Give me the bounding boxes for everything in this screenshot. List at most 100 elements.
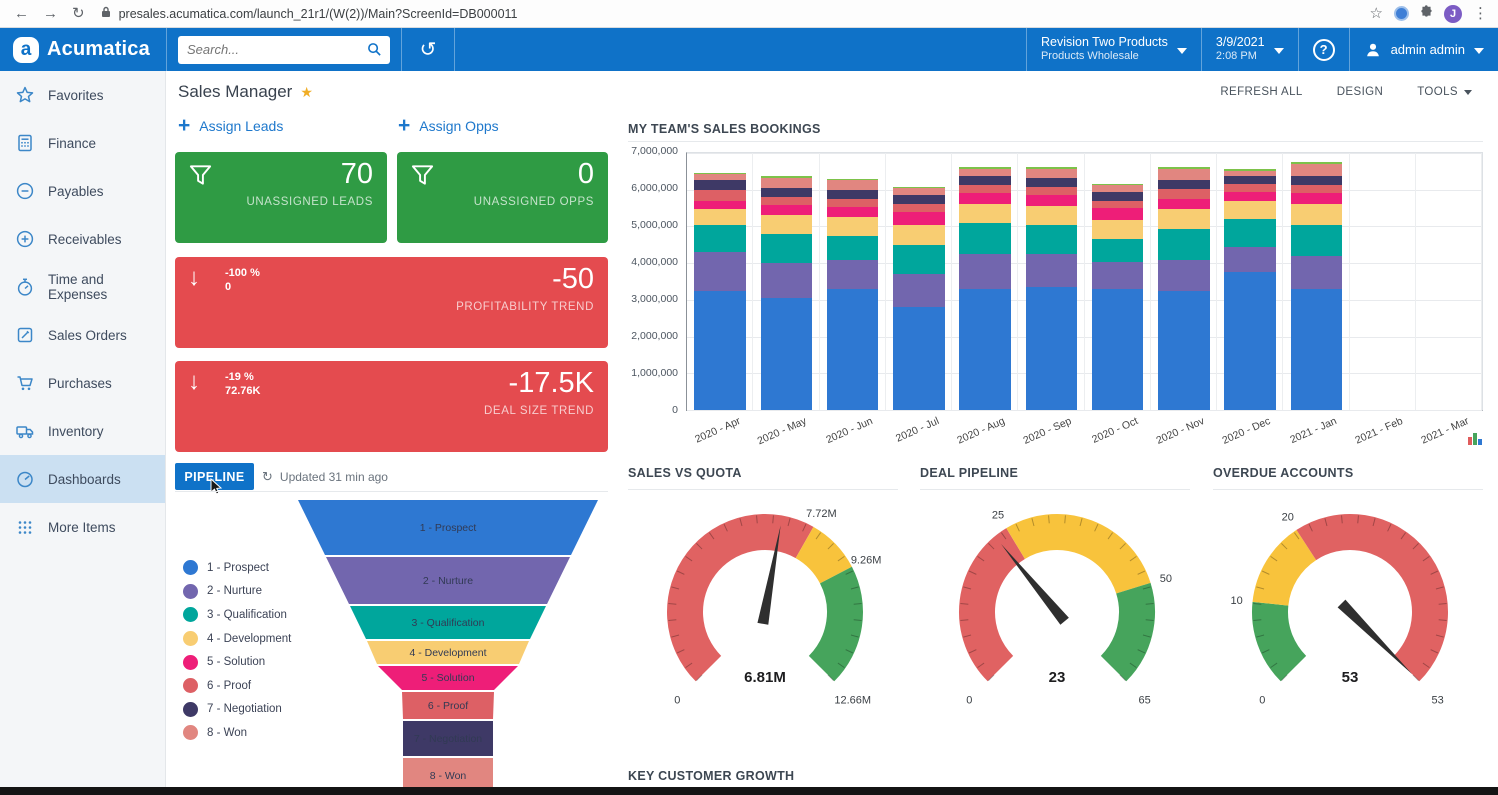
- sidebar-item-favorites[interactable]: Favorites: [0, 71, 165, 119]
- bookmark-star-icon[interactable]: ☆: [1370, 6, 1383, 21]
- bar-segment[interactable]: [893, 188, 945, 195]
- refresh-icon[interactable]: ↻: [262, 469, 273, 485]
- bar-segment[interactable]: [1224, 176, 1276, 184]
- bar-segment[interactable]: [694, 201, 746, 209]
- legend-item[interactable]: 7 - Negotiation: [183, 698, 291, 722]
- bar-segment[interactable]: [694, 173, 746, 174]
- bar-segment[interactable]: [1291, 185, 1343, 193]
- funnel-stage[interactable]: 6 - Proof: [288, 692, 608, 719]
- bar-segment[interactable]: [893, 307, 945, 410]
- browser-profile-avatar[interactable]: J: [1444, 5, 1462, 23]
- bar-segment[interactable]: [959, 193, 1011, 204]
- sidebar-item-sales-orders[interactable]: Sales Orders: [0, 311, 165, 359]
- bar-segment[interactable]: [1224, 184, 1276, 191]
- bar-segment[interactable]: [1026, 225, 1078, 254]
- kpi-unassigned-leads[interactable]: 70 UNASSIGNED LEADS: [175, 152, 387, 243]
- extension-icon[interactable]: [1394, 6, 1409, 21]
- bar-segment[interactable]: [1291, 162, 1343, 164]
- bar-segment[interactable]: [694, 291, 746, 410]
- legend-item[interactable]: 1 - Prospect: [183, 556, 291, 580]
- sidebar-item-time-and-expenses[interactable]: Time and Expenses: [0, 263, 165, 311]
- sidebar-item-inventory[interactable]: Inventory: [0, 407, 165, 455]
- kpi-profitability-trend[interactable]: ↓ -100 %0 -50 PROFITABILITY TREND: [175, 257, 608, 348]
- legend-item[interactable]: 2 - Nurture: [183, 580, 291, 604]
- bar-segment[interactable]: [1026, 167, 1078, 168]
- bar-segment[interactable]: [761, 234, 813, 263]
- favorite-star-icon[interactable]: ★: [300, 84, 313, 100]
- bar-segment[interactable]: [827, 260, 879, 289]
- bar-segment[interactable]: [1026, 195, 1078, 205]
- sales-vs-quota-gauge[interactable]: 7.72M9.26M012.66M6.81M: [628, 492, 900, 724]
- bar-segment[interactable]: [1026, 178, 1078, 187]
- funnel-stage[interactable]: 7 - Negotiation: [288, 721, 608, 756]
- bar-segment[interactable]: [761, 298, 813, 410]
- bar-segment[interactable]: [694, 180, 746, 190]
- bar-segment[interactable]: [959, 169, 1011, 176]
- bar-segment[interactable]: [694, 174, 746, 180]
- kpi-deal-size-trend[interactable]: ↓ -19 %72.76K -17.5K DEAL SIZE TREND: [175, 361, 608, 452]
- url-text[interactable]: presales.acumatica.com/launch_21r1/(W(2)…: [119, 7, 518, 21]
- puzzle-extensions-icon[interactable]: [1420, 5, 1433, 23]
- bar-segment[interactable]: [761, 197, 813, 205]
- browser-reload-icon[interactable]: ↻: [72, 6, 85, 21]
- bar-segment[interactable]: [1158, 167, 1210, 169]
- funnel-stage[interactable]: 2 - Nurture: [288, 557, 608, 604]
- user-menu[interactable]: admin admin: [1350, 28, 1498, 71]
- refresh-all-button[interactable]: REFRESH ALL: [1220, 86, 1302, 98]
- bar-segment[interactable]: [761, 215, 813, 233]
- bar-segment[interactable]: [893, 225, 945, 245]
- bar-segment[interactable]: [761, 178, 813, 188]
- browser-forward-icon[interactable]: →: [43, 6, 58, 21]
- bar-segment[interactable]: [1291, 225, 1343, 256]
- bar-segment[interactable]: [1224, 169, 1276, 170]
- bar-segment[interactable]: [694, 190, 746, 201]
- bar-segment[interactable]: [827, 199, 879, 207]
- help-button[interactable]: ?: [1299, 28, 1349, 71]
- bar-segment[interactable]: [893, 212, 945, 225]
- bar-segment[interactable]: [1092, 220, 1144, 238]
- sidebar-item-more-items[interactable]: More Items: [0, 503, 165, 551]
- bar-segment[interactable]: [1092, 208, 1144, 220]
- bar-segment[interactable]: [959, 204, 1011, 222]
- legend-item[interactable]: 6 - Proof: [183, 674, 291, 698]
- bar-segment[interactable]: [1224, 247, 1276, 273]
- bar-segment[interactable]: [1158, 260, 1210, 290]
- sidebar-item-finance[interactable]: Finance: [0, 119, 165, 167]
- legend-item[interactable]: 3 - Qualification: [183, 603, 291, 627]
- bar-segment[interactable]: [1158, 189, 1210, 198]
- design-button[interactable]: DESIGN: [1337, 86, 1384, 98]
- search-icon[interactable]: [367, 42, 382, 62]
- bar-segment[interactable]: [1224, 171, 1276, 177]
- bar-segment[interactable]: [959, 289, 1011, 410]
- funnel-stage[interactable]: 1 - Prospect: [288, 500, 608, 555]
- business-date-selector[interactable]: 3/9/2021 2:08 PM: [1202, 28, 1298, 71]
- sidebar-item-payables[interactable]: Payables: [0, 167, 165, 215]
- bar-segment[interactable]: [959, 167, 1011, 168]
- funnel-stage[interactable]: 3 - Qualification: [288, 606, 608, 639]
- bar-segment[interactable]: [1026, 287, 1078, 410]
- bar-segment[interactable]: [1092, 262, 1144, 288]
- bar-segment[interactable]: [1291, 204, 1343, 224]
- bar-segment[interactable]: [1158, 169, 1210, 180]
- bar-segment[interactable]: [827, 180, 879, 190]
- bar-segment[interactable]: [959, 223, 1011, 254]
- bar-segment[interactable]: [893, 187, 945, 188]
- bar-segment[interactable]: [1224, 192, 1276, 201]
- sidebar-item-receivables[interactable]: Receivables: [0, 215, 165, 263]
- tools-menu-button[interactable]: TOOLS: [1417, 86, 1472, 98]
- bar-segment[interactable]: [761, 263, 813, 298]
- deal-pipeline-gauge[interactable]: 255006523: [920, 492, 1192, 724]
- overdue-accounts-gauge[interactable]: 102005353: [1213, 492, 1485, 724]
- bar-segment[interactable]: [1224, 272, 1276, 410]
- bar-segment[interactable]: [893, 274, 945, 307]
- bar-segment[interactable]: [827, 217, 879, 236]
- browser-menu-icon[interactable]: ⋮: [1473, 6, 1488, 21]
- bar-segment[interactable]: [1224, 201, 1276, 219]
- business-date-icon[interactable]: ↺: [402, 37, 454, 62]
- pipeline-funnel-chart[interactable]: 1 - Prospect2 - Nurture3 - Qualification…: [288, 500, 608, 795]
- browser-back-icon[interactable]: ←: [14, 6, 29, 21]
- bar-segment[interactable]: [959, 176, 1011, 185]
- search-input[interactable]: [178, 36, 390, 64]
- bar-segment[interactable]: [1026, 187, 1078, 195]
- bar-segment[interactable]: [1158, 180, 1210, 189]
